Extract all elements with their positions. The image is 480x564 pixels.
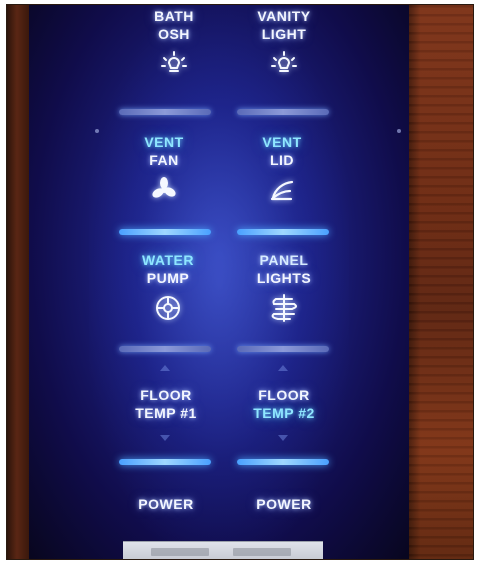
power-right-button[interactable]: POWER: [229, 495, 339, 513]
floor-temp-1-button[interactable]: FLOOR TEMP #1: [111, 386, 221, 422]
bath-label-line1: BATH: [154, 8, 194, 24]
floor-temp-2-label-line1: FLOOR: [258, 387, 310, 403]
bath-indicator-bar: [119, 109, 211, 115]
light-bulb-icon: [269, 49, 299, 79]
vent-lid-label-line2: LID: [269, 152, 295, 168]
floor-temp-2-down-arrow-icon[interactable]: [278, 435, 288, 441]
vanity-indicator-bar: [237, 109, 329, 115]
mounting-screw: [95, 129, 99, 133]
panel-lights-indicator-bar: [237, 346, 329, 352]
panel-lights-label-line1: PANEL: [259, 252, 309, 268]
vent-fan-button[interactable]: VENT FAN: [109, 133, 219, 205]
water-pump-label-line1: WATER: [141, 252, 194, 268]
power-left-label: POWER: [138, 496, 194, 512]
floor-temp-2-label-line2: TEMP #2: [253, 405, 315, 421]
water-pump-icon: [153, 293, 183, 323]
floor-temp-1-label-line1: FLOOR: [140, 387, 192, 403]
floor-temp-1-label-line2: TEMP #1: [135, 405, 197, 421]
lid-icon: [267, 175, 297, 205]
vent-lid-button[interactable]: VENT LID: [227, 133, 337, 205]
wood-trim-left: [7, 5, 29, 559]
control-panel: BATH OSH VANITY LIGHT VENT FAN VENT LID …: [29, 5, 409, 559]
bath-label-line2: OSH: [158, 26, 190, 42]
floor-temp-1-down-arrow-icon[interactable]: [160, 435, 170, 441]
floor-temp-2-button[interactable]: FLOOR TEMP #2: [229, 386, 339, 422]
vanity-label-line1: VANITY: [257, 8, 311, 24]
water-pump-indicator-bar: [119, 346, 211, 352]
water-pump-label-line2: PUMP: [146, 270, 190, 286]
photo-frame: BATH OSH VANITY LIGHT VENT FAN VENT LID …: [6, 4, 474, 560]
mounting-screw: [397, 129, 401, 133]
floor-temp-1-indicator-bar: [119, 459, 211, 465]
heater-coil-icon: [269, 293, 299, 323]
vent-fan-label-line1: VENT: [144, 134, 184, 150]
floor-temp-2-up-arrow-icon[interactable]: [278, 365, 288, 371]
vanity-light-button[interactable]: VANITY LIGHT: [229, 7, 339, 79]
vent-fan-label-line2: FAN: [149, 152, 179, 168]
water-pump-button[interactable]: WATER PUMP: [113, 251, 223, 323]
power-left-button[interactable]: POWER: [111, 495, 221, 513]
panel-lights-button[interactable]: PANEL LIGHTS: [229, 251, 339, 323]
vent-fan-indicator-bar: [119, 229, 211, 235]
bottom-label-strip: [123, 541, 323, 559]
vanity-label-line2: LIGHT: [261, 26, 307, 42]
strip-label-right: [233, 548, 291, 556]
light-bulb-icon: [159, 49, 189, 79]
strip-label-left: [151, 548, 209, 556]
floor-temp-2-indicator-bar: [237, 459, 329, 465]
vent-lid-label-line1: VENT: [262, 134, 302, 150]
vent-lid-indicator-bar: [237, 229, 329, 235]
power-right-label: POWER: [256, 496, 312, 512]
bath-osh-button[interactable]: BATH OSH: [119, 7, 229, 79]
fan-icon: [149, 175, 179, 205]
floor-temp-1-up-arrow-icon[interactable]: [160, 365, 170, 371]
panel-lights-label-line2: LIGHTS: [256, 270, 312, 286]
wood-grain-texture: [409, 5, 473, 559]
